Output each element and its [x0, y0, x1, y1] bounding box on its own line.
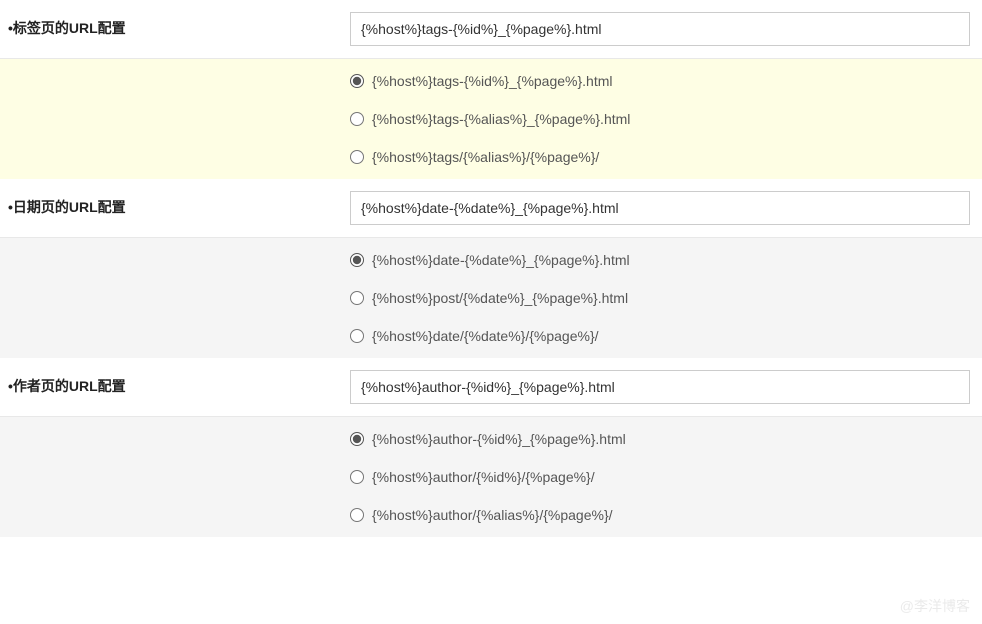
author-option-2-label: {%host%}author/{%alias%}/{%page%}/	[372, 507, 613, 523]
date-option-2-label: {%host%}date/{%date%}/{%page%}/	[372, 328, 599, 344]
date-url-input[interactable]	[350, 191, 970, 225]
tags-radio-0[interactable]	[350, 74, 364, 88]
tags-radio-2[interactable]	[350, 150, 364, 164]
config-row-author: •作者页的URL配置	[0, 358, 982, 417]
date-option-1-label: {%host%}post/{%date%}_{%page%}.html	[372, 290, 628, 306]
date-radio-1[interactable]	[350, 291, 364, 305]
author-option-1-label: {%host%}author/{%id%}/{%page%}/	[372, 469, 595, 485]
date-url-label: •日期页的URL配置	[0, 179, 336, 237]
date-radio-2[interactable]	[350, 329, 364, 343]
author-url-label: •作者页的URL配置	[0, 358, 336, 416]
author-url-input[interactable]	[350, 370, 970, 404]
tags-radio-1[interactable]	[350, 112, 364, 126]
date-radio-0[interactable]	[350, 253, 364, 267]
watermark: @李洋博客	[900, 596, 970, 616]
config-row-tags: •标签页的URL配置	[0, 0, 982, 59]
tags-options-row: {%host%}tags-{%id%}_{%page%}.html {%host…	[0, 59, 982, 179]
tags-option-2[interactable]: {%host%}tags/{%alias%}/{%page%}/	[350, 149, 972, 165]
author-option-1[interactable]: {%host%}author/{%id%}/{%page%}/	[350, 469, 972, 485]
date-option-0[interactable]: {%host%}date-{%date%}_{%page%}.html	[350, 252, 972, 268]
author-input-cell	[336, 358, 982, 416]
spacer	[0, 59, 336, 179]
author-options-row: {%host%}author-{%id%}_{%page%}.html {%ho…	[0, 417, 982, 537]
date-input-cell	[336, 179, 982, 237]
tags-radio-group: {%host%}tags-{%id%}_{%page%}.html {%host…	[336, 59, 982, 179]
date-option-1[interactable]: {%host%}post/{%date%}_{%page%}.html	[350, 290, 972, 306]
config-row-date: •日期页的URL配置	[0, 179, 982, 238]
author-radio-1[interactable]	[350, 470, 364, 484]
author-radio-group: {%host%}author-{%id%}_{%page%}.html {%ho…	[336, 417, 982, 537]
date-option-2[interactable]: {%host%}date/{%date%}/{%page%}/	[350, 328, 972, 344]
tags-url-input[interactable]	[350, 12, 970, 46]
tags-input-cell	[336, 0, 982, 58]
author-radio-0[interactable]	[350, 432, 364, 446]
date-options-row: {%host%}date-{%date%}_{%page%}.html {%ho…	[0, 238, 982, 358]
author-radio-2[interactable]	[350, 508, 364, 522]
tags-option-1[interactable]: {%host%}tags-{%alias%}_{%page%}.html	[350, 111, 972, 127]
tags-option-0[interactable]: {%host%}tags-{%id%}_{%page%}.html	[350, 73, 972, 89]
author-option-0[interactable]: {%host%}author-{%id%}_{%page%}.html	[350, 431, 972, 447]
tags-url-label: •标签页的URL配置	[0, 0, 336, 58]
date-option-0-label: {%host%}date-{%date%}_{%page%}.html	[372, 252, 630, 268]
author-option-0-label: {%host%}author-{%id%}_{%page%}.html	[372, 431, 626, 447]
tags-option-2-label: {%host%}tags/{%alias%}/{%page%}/	[372, 149, 599, 165]
date-radio-group: {%host%}date-{%date%}_{%page%}.html {%ho…	[336, 238, 982, 358]
url-config-form: •标签页的URL配置 {%host%}tags-{%id%}_{%page%}.…	[0, 0, 982, 537]
spacer	[0, 417, 336, 537]
tags-option-0-label: {%host%}tags-{%id%}_{%page%}.html	[372, 73, 613, 89]
tags-option-1-label: {%host%}tags-{%alias%}_{%page%}.html	[372, 111, 630, 127]
spacer	[0, 238, 336, 358]
author-option-2[interactable]: {%host%}author/{%alias%}/{%page%}/	[350, 507, 972, 523]
